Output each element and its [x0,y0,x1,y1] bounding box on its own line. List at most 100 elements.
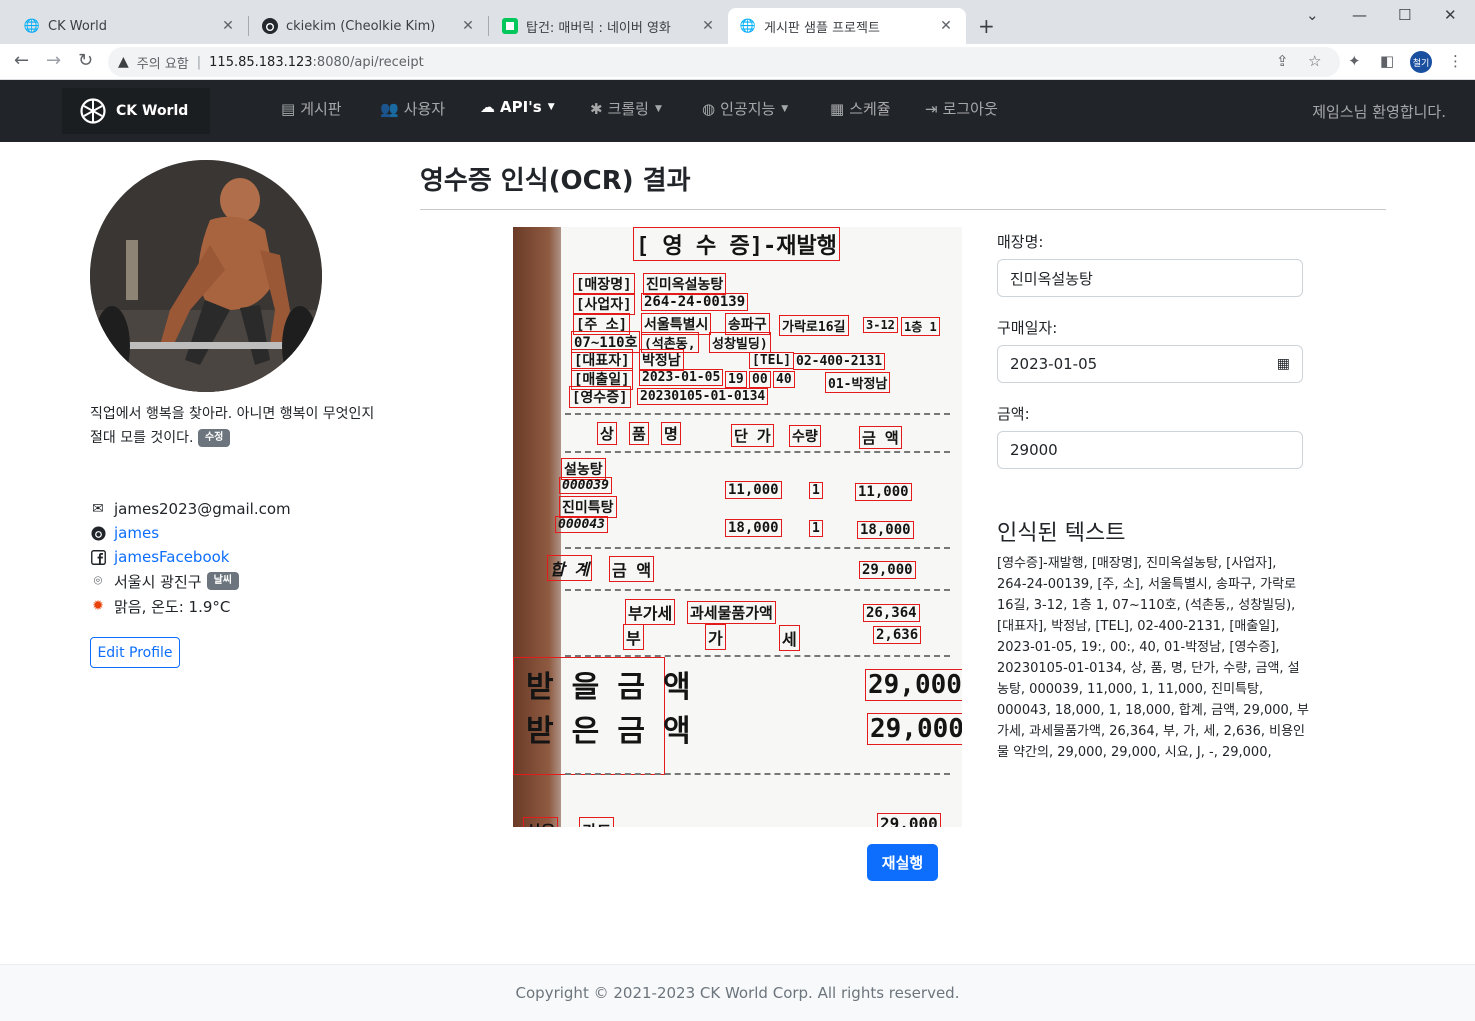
edit-profile-button[interactable]: Edit Profile [90,637,180,668]
nav-users[interactable]: 👥 사용자 [380,98,445,119]
nav-crawling[interactable]: ✱ 크롤링 ▼ [590,98,662,119]
contact-github: james [90,521,159,545]
page-title: 영수증 인식(OCR) 결과 [420,166,691,196]
receipt-line: 상 [597,422,617,445]
bug-icon: ✱ [590,99,603,118]
kebab-menu-icon[interactable]: ⋮ [1448,52,1463,70]
envelope-icon: ✉ [92,501,104,517]
store-label: 매장명: [997,233,1044,251]
globe-icon: 🌐 [739,18,757,34]
globe-icon: 🌐 [23,18,41,34]
nav-logout[interactable]: ⇥ 로그아웃 [925,98,998,119]
bio-edit-badge[interactable]: 수정 [197,429,231,447]
receipt-line: 박정남 [639,349,684,371]
nav-ai[interactable]: ◍ 인공지능 ▼ [702,98,788,119]
tab-search-icon[interactable]: ⌄ [1306,6,1319,24]
purchase-date-input[interactable]: 2023-01-05 ▦ [997,345,1303,383]
receipt-line: 000039 [559,477,612,494]
receipt-line: 01-박정남 [825,372,891,393]
nav-board[interactable]: ▤ 게시판 [281,98,342,119]
receipt-line: 진미특탕 [559,496,617,518]
new-tab-button[interactable]: + [978,14,995,38]
maximize-icon[interactable]: ☐ [1398,6,1411,24]
store-name-input[interactable]: 진미옥설농탕 [997,259,1303,297]
recognized-text-heading: 인식된 텍스트 [997,521,1126,546]
forward-icon[interactable]: → [46,50,61,71]
receipt-line: 3-12 [863,317,898,333]
facebook-link[interactable]: jamesFacebook [114,548,230,566]
browser-tab-naver-movie[interactable]: 탑건: 매버릭 : 네이버 영화 ✕ [490,8,728,44]
contact-location: ⌾ 서울시 광진구 날씨 [90,569,239,593]
receipt-dashed-rule [565,451,950,453]
caret-down-icon: ▼ [547,102,555,112]
receipt-line: 26,364 [863,604,920,622]
minimize-icon[interactable]: — [1352,6,1367,24]
contact-weather: ✹ 맑음, 온도: 1.9°C [90,594,230,618]
warning-icon[interactable]: ▲ [118,54,129,70]
receipt-line: 2023-01-05 [639,369,724,386]
bookmark-star-icon[interactable]: ☆ [1308,52,1321,70]
url-text[interactable]: 115.85.183.123:8080/api/receipt [209,55,424,70]
browser-tab-ck-world[interactable]: 🌐 CK World ✕ [12,8,248,44]
weather-badge[interactable]: 날씨 [206,572,239,590]
reload-icon[interactable]: ↻ [78,50,93,71]
contact-facebook: jamesFacebook [90,545,230,569]
users-icon: 👥 [380,99,399,118]
security-warning[interactable]: 주의 요함 [137,53,189,72]
receipt-line: 29,000 [859,561,916,579]
receipt-line: 18,000 [857,521,914,539]
list-icon: ▤ [281,99,296,118]
profile-avatar[interactable]: 철기 [1410,51,1432,73]
window-close-icon[interactable]: ✕ [1444,6,1457,24]
github-link[interactable]: james [114,524,159,542]
nav-apis[interactable]: ☁ API's ▼ [480,98,555,116]
receipt-line: 세 [779,625,800,651]
brain-icon: ◍ [702,99,716,118]
address-bar: ← → ↻ ▲ 주의 요함 | 115.85.183.123:8080/api/… [0,44,1475,80]
calendar-icon[interactable]: ▦ [1277,356,1290,372]
receipt-line: 11,000 [855,483,912,501]
close-icon[interactable]: ✕ [460,18,476,34]
share-icon[interactable]: ⇪ [1276,52,1289,70]
calendar-icon: ▦ [830,99,845,118]
close-icon[interactable]: ✕ [220,18,236,34]
side-panel-icon[interactable]: ◧ [1380,52,1394,70]
browser-tab-github[interactable]: ckiekim (Cheolkie Kim) ✕ [250,8,488,44]
amount-input[interactable]: 29000 [997,431,1303,469]
logout-icon: ⇥ [925,99,938,118]
receipt-line: 가락로16길 [779,315,849,336]
footer: Copyright © 2021-2023 CK World Corp. All… [0,964,1475,1021]
receipt-amount-labels: 받 을 금 액 받 은 금 액 [513,657,691,775]
receipt-line: 1 [809,482,823,499]
receipt-line: 18,000 [725,519,782,537]
receipt-line: 02-400-2131 [793,353,886,370]
close-icon[interactable]: ✕ [700,18,716,34]
nav-schedule[interactable]: ▦ 스케쥴 [830,98,891,119]
url-omnibox[interactable]: ▲ 주의 요함 | 115.85.183.123:8080/api/receip… [108,47,1340,77]
github-icon [262,18,278,34]
receipt-line: 19 [725,371,747,388]
receipt-line: 부가세 [625,599,676,625]
receipt-line: 40 [773,371,795,388]
naver-icon [502,18,518,34]
map-pin-icon: ⌾ [93,573,103,589]
receipt-line: 264-24-00139 [641,293,749,311]
extensions-icon[interactable]: ✦ [1348,52,1361,70]
back-icon[interactable]: ← [14,50,29,71]
receipt-line: 1 [809,520,823,537]
date-label: 구매일자: [997,319,1058,337]
recognized-text-body: [영수증]-재발행, [매장명], 진미옥설농탕, [사업자], 264-24-… [997,556,1310,760]
amount-label: 금액: [997,405,1030,423]
receipt-line: [영수증] [569,386,631,408]
browser-tab-board-sample[interactable]: 🌐 게시판 샘플 프로젝트 ✕ [728,8,966,44]
rerun-button[interactable]: 재실행 [867,844,938,881]
globe-logo-icon [80,98,106,124]
facebook-icon [90,549,106,565]
receipt-line: [ 영 수 증]-재발행 [633,227,840,261]
receipt-line: [매장명] [573,273,635,295]
tab-title: ckiekim (Cheolkie Kim) [286,18,436,34]
brand-link[interactable]: CK World [62,88,210,134]
receipt-line: 20230105-01-0134 [637,388,769,405]
receipt-line: 29,000 [867,713,962,745]
close-icon[interactable]: ✕ [938,18,954,34]
